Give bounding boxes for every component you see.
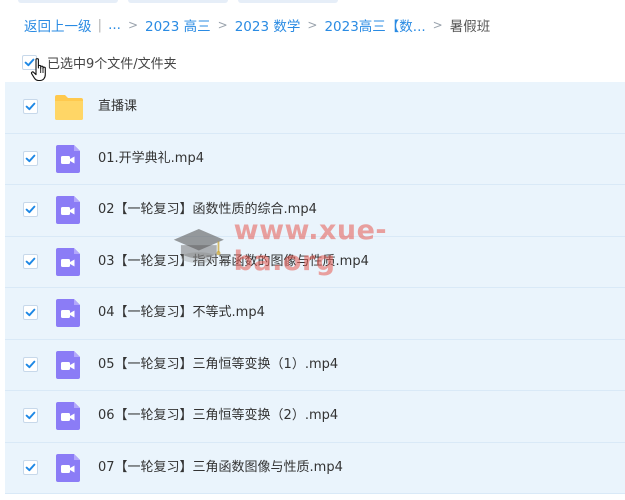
file-name[interactable]: 03【一轮复习】指对幂函数的图像与性质.mp4 [98,253,369,271]
row-checkbox[interactable] [23,356,38,372]
video-file-icon [56,350,80,379]
row-checkbox[interactable] [23,202,38,218]
file-name[interactable]: 01.开学典礼.mp4 [98,150,204,168]
checkmark-icon [25,154,36,162]
file-name[interactable]: 05【一轮复习】三角恒等变换（1）.mp4 [98,356,338,374]
checkmark-icon [25,308,36,317]
row-checkbox[interactable] [23,99,38,115]
checkmark-icon [25,257,36,265]
file-row[interactable]: 02【一轮复习】函数性质的综合.mp4 [5,185,625,237]
breadcrumb-separator: > [432,18,443,32]
checkmark-icon [25,205,36,214]
tab-fragment [128,0,228,3]
file-row[interactable]: 03【一轮复习】指对幂函数的图像与性质.mp4 [5,236,625,288]
breadcrumb-separator: > [127,18,138,32]
video-file-icon [56,196,80,225]
file-list: 直播课 01.开学典礼.mp4 02【一轮复习】函数性质的综合.mp4 03【一轮复习… [5,82,625,494]
checkmark-icon [25,411,36,420]
breadcrumb-divider: | [97,17,103,33]
checkmark-icon [25,360,36,368]
file-name[interactable]: 02【一轮复习】函数性质的综合.mp4 [98,201,317,219]
file-row[interactable]: 04【一轮复习】不等式.mp4 [5,288,625,340]
folder-name[interactable]: 直播课 [98,98,137,116]
breadcrumb-ellipsis[interactable]: ... [108,17,121,33]
breadcrumb-item-2023-gaosan-shu[interactable]: 2023高三【数... [324,15,425,35]
file-row[interactable]: 05【一轮复习】三角恒等变换（1）.mp4 [5,339,625,391]
file-row[interactable]: 07【一轮复习】三角函数图像与性质.mp4 [5,442,625,494]
row-checkbox[interactable] [23,408,38,424]
video-file-icon [56,453,80,482]
breadcrumb: 返回上一级 | ... > 2023 高三 > 2023 数学 > 2023高三… [24,14,490,36]
breadcrumb-current: 暑假班 [449,19,491,35]
checkmark-icon [25,463,36,471]
tab-fragment [18,0,118,3]
video-file-icon [56,299,80,328]
row-checkbox[interactable] [23,459,38,475]
row-checkbox[interactable] [23,253,38,269]
hand-pointer-icon [30,58,46,82]
file-row[interactable]: 06【一轮复习】三角恒等变换（2）.mp4 [5,391,625,443]
back-link[interactable]: 返回上一级 [24,15,92,35]
breadcrumb-item-2023-shuxue[interactable]: 2023 数学 [235,15,301,35]
tab-fragment [238,0,338,3]
video-file-icon [56,402,80,431]
breadcrumb-item-2023-gaosan[interactable]: 2023 高三 [145,15,211,35]
row-checkbox[interactable] [23,305,38,321]
row-checkbox[interactable] [23,150,38,166]
file-row[interactable]: 01.开学典礼.mp4 [5,133,625,185]
selection-summary: 已选中9个文件/文件夹 [47,56,177,72]
file-name[interactable]: 07【一轮复习】三角函数图像与性质.mp4 [98,459,343,477]
top-tab-strip [0,0,625,5]
folder-row[interactable]: 直播课 [5,82,625,134]
file-name[interactable]: 06【一轮复习】三角恒等变换（2）.mp4 [98,407,338,425]
video-file-icon [56,144,80,173]
breadcrumb-separator: > [307,18,318,32]
breadcrumb-separator: > [217,18,228,32]
folder-icon [55,95,83,121]
checkmark-icon [25,102,36,111]
video-file-icon [56,247,80,276]
file-name[interactable]: 04【一轮复习】不等式.mp4 [98,304,265,322]
